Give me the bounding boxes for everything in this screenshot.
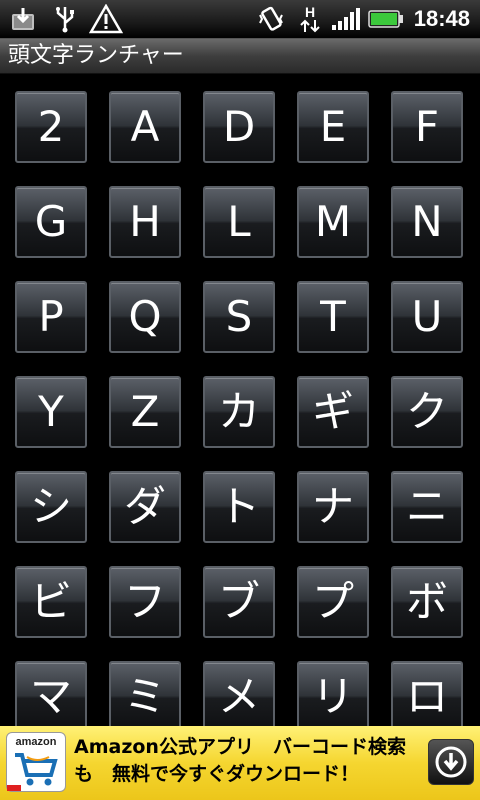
download-notification-icon[interactable] xyxy=(8,4,38,34)
warning-icon[interactable] xyxy=(88,4,124,34)
launcher-key[interactable]: G xyxy=(15,186,87,258)
launcher-key[interactable]: M xyxy=(297,186,369,258)
ad-line-2: も 無料で今すぐダウンロード！ xyxy=(74,763,360,785)
status-bar: H 18:48 xyxy=(0,0,480,39)
launcher-key[interactable]: P xyxy=(15,281,87,353)
launcher-key[interactable]: T xyxy=(297,281,369,353)
launcher-key[interactable]: プ xyxy=(297,566,369,638)
app-title: 頭文字ランチャー xyxy=(8,43,184,68)
launcher-key[interactable]: H xyxy=(109,186,181,258)
download-button[interactable] xyxy=(428,739,474,785)
launcher-key[interactable]: ギ xyxy=(297,376,369,448)
launcher-key[interactable]: ミ xyxy=(109,661,181,726)
usb-icon[interactable] xyxy=(50,4,80,34)
launcher-grid: 2ADEF GHLMN PQSTU YZカギクシダトナニビフブプボマミメリロ xyxy=(15,91,463,726)
launcher-key[interactable]: ナ xyxy=(297,471,369,543)
launcher-key[interactable]: E xyxy=(297,91,369,163)
launcher-key[interactable]: ニ xyxy=(391,471,463,543)
launcher-grid-area[interactable]: 2ADEF GHLMN PQSTU YZカギクシダトナニビフブプボマミメリロ xyxy=(0,74,480,726)
launcher-key[interactable]: Y xyxy=(15,376,87,448)
screen: H 18:48 頭文字ランチャー 2 A D E F G H L M N P Q… xyxy=(0,0,480,800)
launcher-key[interactable]: S xyxy=(203,281,275,353)
launcher-key[interactable]: Q xyxy=(109,281,181,353)
battery-icon xyxy=(368,4,404,34)
clock: 18:48 xyxy=(413,6,470,31)
ad-line-1: Amazon公式アプリ バーコード検索 xyxy=(74,736,406,758)
launcher-key[interactable]: L xyxy=(203,186,275,258)
launcher-key[interactable]: A xyxy=(109,91,181,163)
launcher-key[interactable]: U xyxy=(391,281,463,353)
vibrate-icon xyxy=(256,4,286,34)
network-h-icon: H xyxy=(296,4,324,34)
launcher-key[interactable]: ブ xyxy=(203,566,275,638)
download-arrow-icon xyxy=(435,746,467,778)
launcher-key[interactable]: メ xyxy=(203,661,275,726)
launcher-key[interactable]: N xyxy=(391,186,463,258)
signal-icon xyxy=(330,4,362,34)
launcher-key[interactable]: マ xyxy=(15,661,87,726)
amazon-app-icon[interactable]: amazon xyxy=(6,732,66,792)
launcher-key[interactable]: ビ xyxy=(15,566,87,638)
launcher-key[interactable]: ク xyxy=(391,376,463,448)
ad-banner[interactable]: amazon Amazon公式アプリ バーコード検索 も 無料で今すぐダウンロー… xyxy=(0,726,480,800)
launcher-key[interactable]: フ xyxy=(109,566,181,638)
shopping-cart-icon xyxy=(7,753,58,791)
amazon-logo-text: amazon xyxy=(15,736,57,748)
launcher-key[interactable]: リ xyxy=(297,661,369,726)
launcher-key[interactable]: Z xyxy=(109,376,181,448)
launcher-key[interactable]: シ xyxy=(15,471,87,543)
launcher-key[interactable]: 2 xyxy=(15,91,87,163)
launcher-key[interactable]: ロ xyxy=(391,661,463,726)
launcher-key[interactable]: D xyxy=(203,91,275,163)
network-label: H xyxy=(304,4,316,20)
ad-text[interactable]: Amazon公式アプリ バーコード検索 も 無料で今すぐダウンロード！ xyxy=(74,734,414,788)
launcher-key[interactable]: カ xyxy=(203,376,275,448)
launcher-key[interactable]: ダ xyxy=(109,471,181,543)
launcher-key[interactable]: ボ xyxy=(391,566,463,638)
launcher-key[interactable]: F xyxy=(391,91,463,163)
title-bar: 頭文字ランチャー xyxy=(0,39,480,74)
launcher-key[interactable]: ト xyxy=(203,471,275,543)
